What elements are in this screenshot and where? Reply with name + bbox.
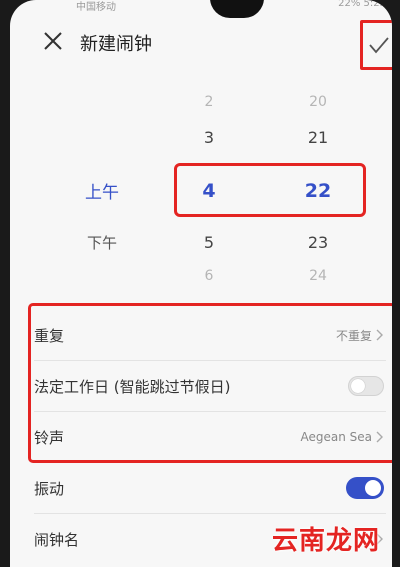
hour-option[interactable]: 3 bbox=[179, 128, 239, 147]
vibrate-row[interactable]: 振动 bbox=[34, 463, 384, 513]
hour-option[interactable]: 5 bbox=[179, 233, 239, 252]
pm-option[interactable]: 下午 bbox=[72, 232, 132, 253]
minute-option[interactable]: 23 bbox=[288, 233, 348, 252]
vibrate-toggle[interactable] bbox=[346, 477, 384, 499]
toggle-knob bbox=[365, 480, 381, 496]
check-icon bbox=[369, 37, 389, 54]
confirm-button[interactable] bbox=[360, 20, 392, 70]
vibrate-label: 振动 bbox=[34, 479, 65, 498]
carrier-label: 中国移动 bbox=[76, 2, 116, 13]
am-option[interactable]: 上午 bbox=[72, 178, 132, 203]
camera-notch bbox=[210, 0, 264, 18]
page-title: 新建闹钟 bbox=[80, 34, 152, 55]
close-button[interactable] bbox=[40, 28, 66, 54]
alarm-screen: 中国移动 22% 5:23 新建闹钟 2 3 4 5 6 20 21 22 23… bbox=[10, 0, 392, 567]
close-icon bbox=[44, 32, 62, 50]
minute-option[interactable]: 21 bbox=[288, 128, 348, 147]
time-highlight-box bbox=[174, 163, 366, 217]
alarm-name-label: 闹钟名 bbox=[34, 530, 80, 549]
hour-option[interactable]: 2 bbox=[179, 94, 239, 110]
minute-option[interactable]: 24 bbox=[288, 268, 348, 284]
battery-time: 22% 5:23 bbox=[338, 0, 386, 9]
hour-option[interactable]: 6 bbox=[179, 268, 239, 284]
settings-highlight-box bbox=[28, 303, 392, 463]
watermark-logo: 云南龙网 bbox=[272, 526, 381, 556]
minute-option[interactable]: 20 bbox=[288, 94, 348, 110]
